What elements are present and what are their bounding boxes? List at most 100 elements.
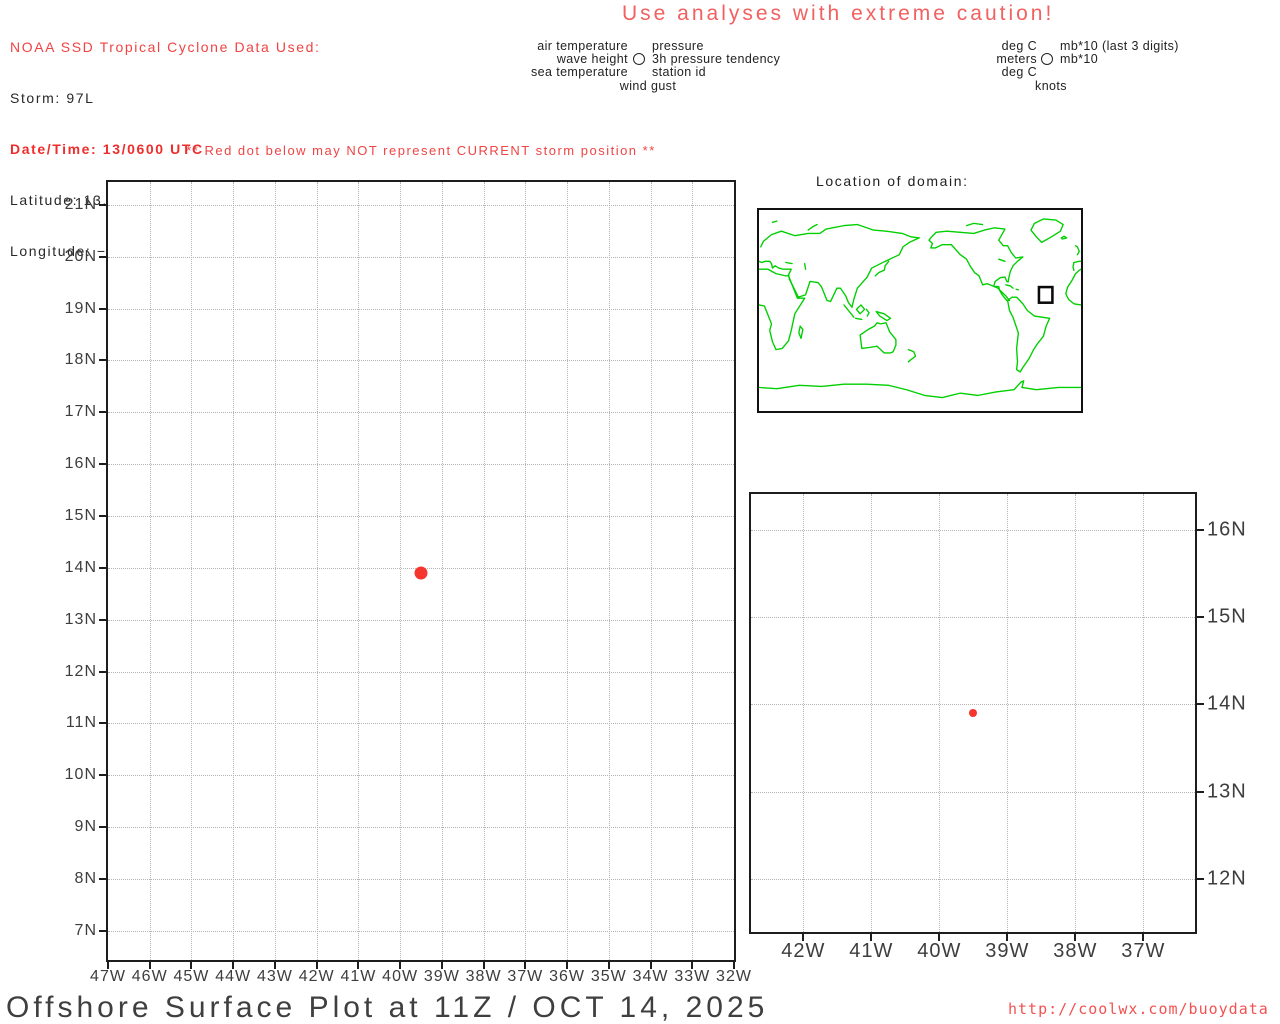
gridline-horizontal <box>751 791 1195 793</box>
y-axis-tick <box>1197 703 1204 706</box>
gridline-horizontal <box>108 256 734 258</box>
gridline-vertical <box>1143 494 1145 932</box>
zoom-chart: 42W 41W 40W 39W 38W 37W 16N 15N 14N 13N 12N <box>749 492 1246 962</box>
y-axis-tick <box>99 670 106 673</box>
y-axis-tick <box>99 359 106 362</box>
units-pressure-tendency: mb*10 <box>1060 52 1099 66</box>
y-axis-tick <box>99 929 106 932</box>
coast-cuba <box>1005 284 1014 289</box>
x-tick-label: 42W <box>781 940 826 962</box>
coast-new-zealand <box>907 348 917 363</box>
legend-sea-temperature: sea temperature <box>530 65 628 79</box>
y-tick-label: 11N <box>65 714 97 732</box>
units-legend-left-column: deg C meters deg C <box>957 40 1037 79</box>
cyclone-info-source: NOAA SSD Tropical Cyclone Data Used: <box>10 39 321 55</box>
y-tick-label: 14N <box>1207 692 1247 715</box>
cyclone-info-storm: Storm: 97L <box>10 90 95 106</box>
x-tick-label: 34W <box>632 968 669 985</box>
gridline-horizontal <box>108 412 734 414</box>
coast-caspian-sea <box>803 262 807 270</box>
y-axis-tick <box>99 203 106 206</box>
coast-iberia <box>1072 260 1081 271</box>
y-tick-label: 12N <box>64 662 97 680</box>
y-axis-tick <box>99 618 106 621</box>
legend-station-id: station id <box>652 65 707 79</box>
x-tick-label: 38W <box>1053 940 1098 962</box>
gridline-vertical <box>608 182 610 960</box>
y-tick-label: 21N <box>64 195 97 213</box>
x-tick-label: 47W <box>90 968 126 985</box>
coast-arctic-islands <box>965 222 984 227</box>
gridline-vertical <box>441 182 443 960</box>
coast-sulawesi <box>865 308 870 317</box>
x-tick-label: 36W <box>549 968 586 985</box>
coast-great-lakes <box>998 258 1006 263</box>
gridline-vertical <box>1075 494 1077 932</box>
coast-south-america <box>1006 296 1051 373</box>
y-axis-tick <box>99 722 106 725</box>
y-axis-tick <box>99 774 106 777</box>
station-circle-icon <box>633 53 645 65</box>
y-tick-label: 15N <box>1207 605 1247 628</box>
gridline-horizontal <box>108 775 734 777</box>
y-tick-label: 13N <box>64 610 97 628</box>
coast-borneo <box>855 304 866 315</box>
y-tick-label: 17N <box>64 403 97 421</box>
y-axis-tick <box>1197 790 1204 793</box>
y-axis-tick <box>99 878 106 881</box>
storm-position-dot <box>969 709 978 717</box>
y-tick-label: 16N <box>64 455 97 473</box>
gridline-horizontal <box>108 464 734 466</box>
y-axis-tick <box>99 515 106 518</box>
gridline-vertical <box>871 494 873 932</box>
gridline-horizontal <box>108 516 734 518</box>
coast-greenland <box>1030 218 1064 244</box>
x-tick-label: 38W <box>465 968 502 985</box>
x-tick-label: 41W <box>340 968 377 985</box>
gridline-horizontal <box>108 723 734 725</box>
y-tick-label: 7N <box>74 921 97 939</box>
coast-iceland <box>1060 235 1068 240</box>
caution-headline: Use analyses with extreme caution! <box>622 2 1055 25</box>
y-axis-tick <box>99 255 106 258</box>
y-tick-label: 20N <box>64 247 97 265</box>
gridline-vertical <box>692 182 694 960</box>
x-tick-label: 40W <box>382 968 419 985</box>
coast-novaya-zemlya <box>807 223 818 231</box>
x-tick-label: 39W <box>423 968 460 985</box>
gridline-horizontal <box>108 619 734 621</box>
gridline-horizontal <box>108 360 734 362</box>
coast-south-asia <box>787 274 853 308</box>
y-tick-label: 10N <box>64 766 97 784</box>
x-tick-label: 39W <box>985 940 1030 962</box>
x-tick-label: 42W <box>298 968 335 985</box>
coast-australia <box>859 322 897 354</box>
x-tick-label: 44W <box>215 968 252 985</box>
y-tick-label: 18N <box>64 351 97 369</box>
gridline-vertical <box>939 494 941 932</box>
gridline-horizontal <box>108 204 734 206</box>
coast-black-sea <box>785 261 793 265</box>
y-tick-label: 14N <box>64 558 97 576</box>
x-tick-label: 43W <box>256 968 293 985</box>
coast-java <box>854 317 863 321</box>
coast-new-guinea <box>875 310 892 322</box>
coast-eurasia-north <box>760 223 920 248</box>
gridline-horizontal <box>751 617 1195 619</box>
y-tick-label: 16N <box>1207 518 1247 541</box>
storm-position-dot <box>414 566 428 580</box>
gridline-horizontal <box>751 878 1195 880</box>
x-tick-label: 45W <box>173 968 210 985</box>
world-coastline-map <box>759 218 1081 399</box>
x-tick-label: 40W <box>917 940 962 962</box>
gridline-horizontal <box>751 529 1195 531</box>
x-tick-label: 35W <box>590 968 627 985</box>
main-chart: 47W 46W 45W 44W 43W 42W 41W 40W 39W 38W 37W 36W 35W 3… <box>65 180 751 985</box>
gridline-vertical <box>803 494 805 932</box>
coast-antarctica <box>759 380 1081 399</box>
y-axis-tick <box>99 411 106 414</box>
x-tick-label: 37W <box>1121 940 1166 962</box>
y-axis-tick <box>99 463 106 466</box>
coast-africa-east <box>759 268 806 351</box>
gridline-vertical <box>567 182 569 960</box>
